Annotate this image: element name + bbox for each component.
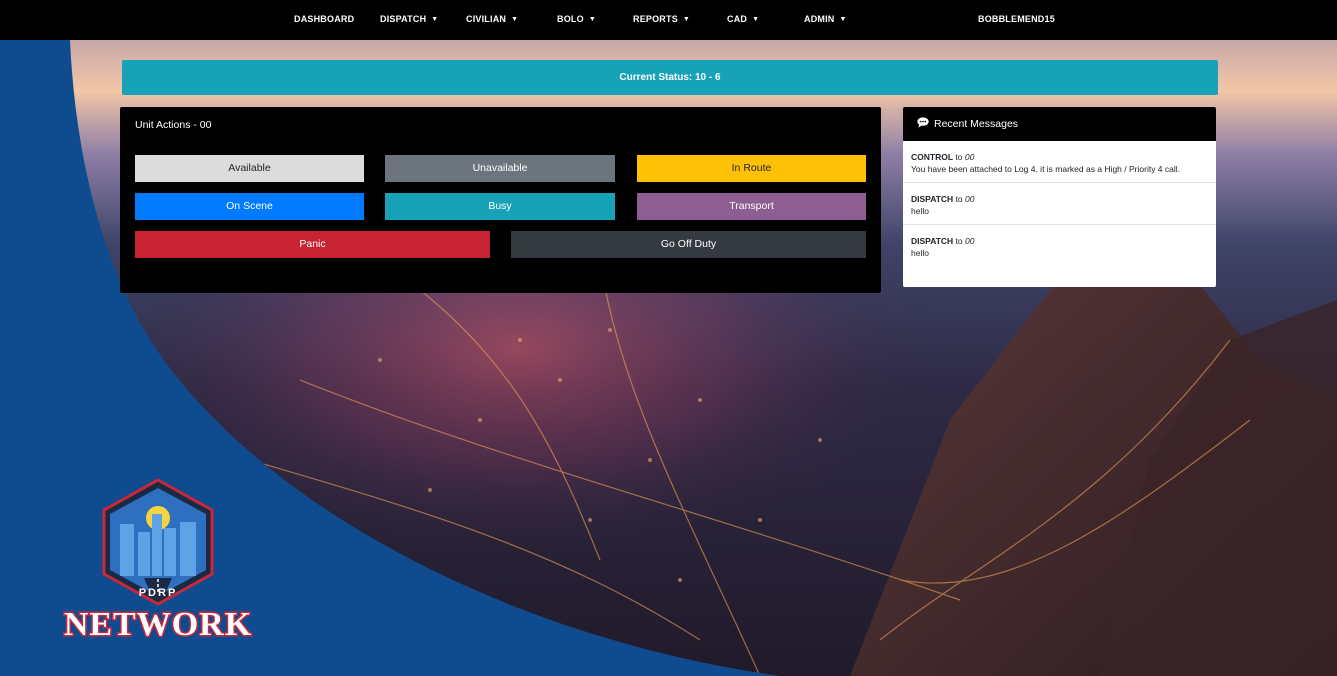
chevron-down-icon: ▼ (588, 16, 596, 23)
nav-dispatch-dropdown[interactable]: DISPATCH ▼ (380, 14, 438, 24)
comment-icon (917, 108, 929, 142)
message-sender: CONTROL (911, 152, 954, 162)
transport-button[interactable]: Transport (637, 193, 866, 220)
panic-button[interactable]: Panic (135, 231, 490, 258)
nav-cad-label: CAD (727, 14, 748, 24)
nav-reports-dropdown[interactable]: REPORTS ▼ (633, 14, 690, 24)
message-text: hello (911, 206, 929, 216)
message-sender: DISPATCH (911, 194, 954, 204)
recent-messages-panel: Recent Messages CONTROL to 00 You have b… (903, 107, 1216, 287)
message-item: CONTROL to 00 You have been attached to … (903, 141, 1216, 183)
on-scene-button[interactable]: On Scene (135, 193, 364, 220)
pdrp-network-logo: PDRP NETWORK (60, 478, 256, 650)
top-navbar: DASHBOARD DISPATCH ▼ CIVILIAN ▼ BOLO ▼ REPO… (0, 0, 1337, 40)
message-target: 00 (965, 236, 975, 246)
nav-admin-dropdown[interactable]: ADMIN ▼ (804, 14, 847, 24)
chevron-down-icon: ▼ (839, 16, 847, 23)
nav-reports-label: REPORTS (633, 14, 678, 24)
go-off-duty-button[interactable]: Go Off Duty (511, 231, 866, 258)
message-item: DISPATCH to 00 hello (903, 225, 1216, 266)
message-target: 00 (964, 152, 975, 162)
message-text: You have been attached to Log 4. it is m… (911, 164, 1181, 174)
recent-messages-header: Recent Messages (903, 107, 1216, 141)
nav-bolo-dropdown[interactable]: BOLO ▼ (557, 14, 596, 24)
chevron-down-icon: ▼ (752, 16, 760, 23)
nav-bolo-label: BOLO (557, 14, 584, 24)
message-target: 00 (965, 194, 975, 204)
in-route-button[interactable]: In Route (637, 155, 866, 182)
nav-user-menu[interactable]: BOBBLEMEND15 (978, 14, 1055, 24)
message-to: to (955, 236, 963, 246)
logo-line2: NETWORK (64, 606, 252, 643)
chevron-down-icon: ▼ (511, 16, 519, 23)
chevron-down-icon: ▼ (431, 16, 439, 23)
nav-dispatch-label: DISPATCH (380, 14, 427, 24)
available-button[interactable]: Available (135, 155, 364, 182)
current-status-bar: Current Status: 10 - 6 (122, 60, 1218, 95)
message-text: hello (911, 248, 929, 258)
message-sender: DISPATCH (911, 236, 954, 246)
message-to: to (955, 194, 963, 204)
busy-button[interactable]: Busy (385, 193, 615, 220)
nav-civilian-label: CIVILIAN (466, 14, 507, 24)
unavailable-button[interactable]: Unavailable (385, 155, 615, 182)
nav-dashboard[interactable]: DASHBOARD (294, 14, 354, 24)
unit-actions-panel: Unit Actions - 00 Available Unavailable … (120, 107, 881, 293)
nav-cad-dropdown[interactable]: CAD ▼ (727, 14, 759, 24)
unit-actions-title: Unit Actions - 00 (135, 119, 212, 131)
nav-admin-label: ADMIN (804, 14, 835, 24)
logo-line1: PDRP (139, 587, 178, 599)
recent-messages-title: Recent Messages (934, 118, 1019, 130)
chevron-down-icon: ▼ (682, 16, 691, 23)
message-to: to (955, 152, 963, 162)
message-item: DISPATCH to 00 hello (903, 183, 1216, 225)
nav-civilian-dropdown[interactable]: CIVILIAN ▼ (466, 14, 518, 24)
